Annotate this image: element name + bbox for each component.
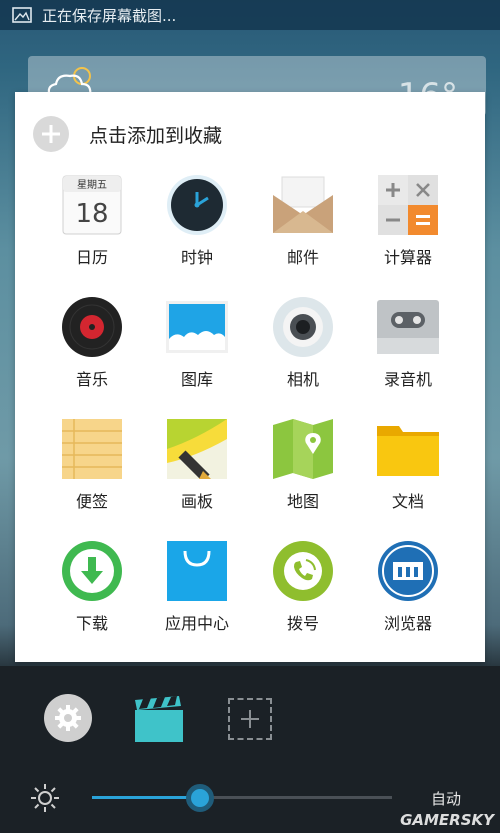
app-label: 音乐 [75,370,108,389]
app-store[interactable]: 应用中心 [147,540,247,640]
add-favorite-dialog: 点击添加到收藏 星期五 18 日历 时钟 邮件 计算器 音乐 图库 相机 录音机… [15,92,485,662]
map-icon [272,418,334,480]
watermark: GAMERSKY [400,811,494,829]
app-label: 地图 [286,492,319,511]
phone-icon [272,540,334,602]
app-label: 应用中心 [164,614,229,633]
quick-settings-panel [0,666,500,833]
dialog-header: 点击添加到收藏 [33,114,222,154]
clapperboard-icon [135,696,183,742]
brightness-slider[interactable] [92,796,392,799]
app-label: 日历 [75,248,108,267]
video-button[interactable] [135,696,183,742]
app-label: 相机 [286,370,319,389]
app-notes[interactable]: 便签 [42,418,142,518]
app-calculator[interactable]: 计算器 [358,174,458,274]
calculator-icon [377,174,439,236]
app-label: 邮件 [286,248,319,267]
app-label: 便签 [75,492,108,511]
add-shortcut-slot[interactable] [228,698,272,740]
app-calendar[interactable]: 星期五 18 日历 [42,174,142,274]
notes-icon [61,418,123,480]
app-gallery[interactable]: 图库 [147,296,247,396]
app-label: 时钟 [180,248,213,267]
plus-icon [33,116,69,152]
app-documents[interactable]: 文档 [358,418,458,518]
app-label: 下载 [75,614,108,633]
app-label: 画板 [180,492,213,511]
picture-icon [12,7,32,23]
app-browser[interactable]: 浏览器 [358,540,458,640]
status-bar: 正在保存屏幕截图... [0,0,500,30]
app-label: 文档 [391,492,424,511]
app-recorder[interactable]: 录音机 [358,296,458,396]
browser-icon [377,540,439,602]
music-icon [61,296,123,358]
clock-icon [166,174,228,236]
gear-icon [55,705,81,731]
settings-button[interactable] [44,694,92,742]
download-icon [61,540,123,602]
sun-icon [31,784,59,812]
folder-icon [377,418,439,480]
app-store-icon [166,540,228,602]
app-download[interactable]: 下载 [42,540,142,640]
calendar-day: 18 [75,199,108,229]
app-dialer[interactable]: 拨号 [253,540,353,640]
dialog-title: 点击添加到收藏 [89,124,223,147]
auto-brightness-toggle[interactable]: 自动 [431,788,461,809]
mail-icon [272,174,334,236]
calendar-icon: 星期五 18 [61,174,123,236]
plus-icon [241,710,259,728]
gallery-icon [166,296,228,358]
brightness-slider-thumb[interactable] [186,784,214,812]
brightness-slider-fill [92,796,200,799]
calendar-weekday: 星期五 [77,179,107,191]
app-label: 图库 [180,370,213,389]
app-music[interactable]: 音乐 [42,296,142,396]
app-label: 浏览器 [383,614,432,633]
app-map[interactable]: 地图 [253,418,353,518]
recorder-icon [377,296,439,358]
app-label: 计算器 [383,248,432,267]
camera-icon [272,296,334,358]
status-text: 正在保存屏幕截图... [42,6,177,25]
app-label: 录音机 [383,370,432,389]
app-camera[interactable]: 相机 [253,296,353,396]
app-clock[interactable]: 时钟 [147,174,247,274]
app-mail[interactable]: 邮件 [253,174,353,274]
drawing-board-icon [166,418,228,480]
app-drawing-board[interactable]: 画板 [147,418,247,518]
app-label: 拨号 [286,614,319,633]
